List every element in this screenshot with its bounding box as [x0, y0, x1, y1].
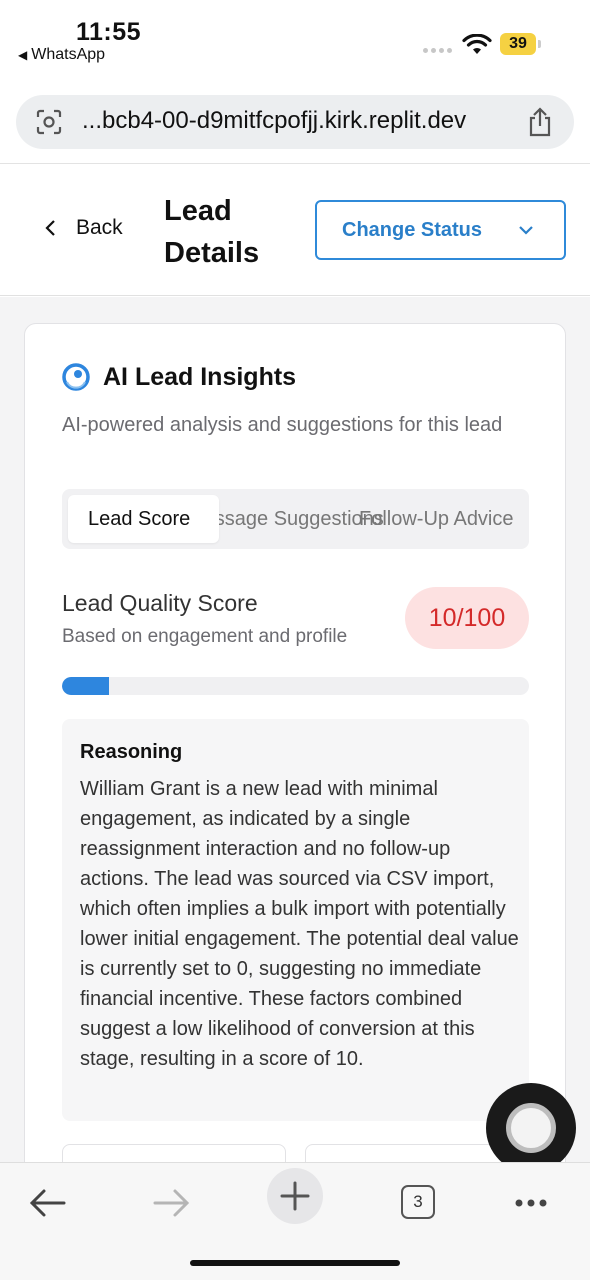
back-to-app-link[interactable]: ◀ WhatsApp: [18, 46, 105, 64]
assistive-touch-button[interactable]: [486, 1083, 576, 1173]
battery-tip: [538, 40, 541, 48]
new-tab-button[interactable]: [267, 1168, 323, 1224]
arrow-right-icon[interactable]: [143, 1175, 199, 1231]
status-bar: 11:55 ◀ WhatsApp 39: [0, 0, 590, 90]
detail-card: [62, 1144, 286, 1162]
cellular-signal-icon: [423, 48, 452, 53]
score-progress-fill: [62, 677, 109, 695]
clock-time: 11:55: [76, 18, 142, 46]
back-button-label: Back: [76, 216, 123, 239]
page-scan-icon[interactable]: [36, 109, 62, 135]
reasoning-box: Reasoning William Grant is a new lead wi…: [62, 719, 529, 1121]
card-description: AI-powered analysis and suggestions for …: [62, 414, 503, 436]
tabs-button[interactable]: 3: [390, 1175, 446, 1231]
battery-icon: 39: [500, 33, 536, 55]
score-subtitle: Based on engagement and profile: [62, 626, 348, 647]
tab-lead-score[interactable]: Lead Score: [68, 495, 219, 543]
card-title-text: AI Lead Insights: [103, 362, 297, 391]
card-title: AI Lead Insights: [61, 362, 296, 392]
change-status-label: Change Status: [342, 218, 483, 241]
home-indicator: [190, 1260, 400, 1266]
back-triangle-icon: ◀: [18, 48, 28, 62]
reasoning-title: Reasoning: [80, 741, 183, 763]
wifi-icon: [462, 34, 492, 54]
share-icon[interactable]: [526, 107, 554, 137]
tab-follow-up-advice[interactable]: Follow-Up Advice: [359, 495, 514, 543]
tabs-count: 3: [401, 1185, 435, 1219]
chevron-down-icon: [519, 226, 533, 235]
page-title: Lead Details: [164, 195, 260, 269]
arrow-left-icon[interactable]: [20, 1175, 76, 1231]
address-bar[interactable]: ...bcb4-00-d9mitfcpofjj.kirk.replit.dev: [16, 95, 574, 149]
score-badge: 10/100: [405, 587, 529, 649]
back-app-label: WhatsApp: [31, 46, 106, 63]
ai-insights-card: AI Lead Insights AI-powered analysis and…: [24, 323, 566, 1162]
page-header: Back Lead Details Change Status: [0, 164, 590, 296]
back-button[interactable]: Back: [44, 216, 123, 240]
insights-tabs: Message Suggestions Follow-Up Advice Lea…: [62, 489, 529, 549]
ai-brain-icon: [62, 363, 90, 391]
score-progress-bar: [62, 677, 529, 695]
url-text[interactable]: ...bcb4-00-d9mitfcpofjj.kirk.replit.dev: [82, 107, 466, 135]
chevron-left-icon: [45, 220, 55, 236]
change-status-dropdown[interactable]: Change Status: [315, 200, 566, 260]
plus-icon: [280, 1181, 310, 1211]
main-content[interactable]: AI Lead Insights AI-powered analysis and…: [0, 297, 590, 1162]
score-title: Lead Quality Score: [62, 590, 258, 616]
reasoning-text: William Grant is a new lead with minimal…: [80, 778, 519, 1070]
more-icon[interactable]: [503, 1175, 559, 1231]
